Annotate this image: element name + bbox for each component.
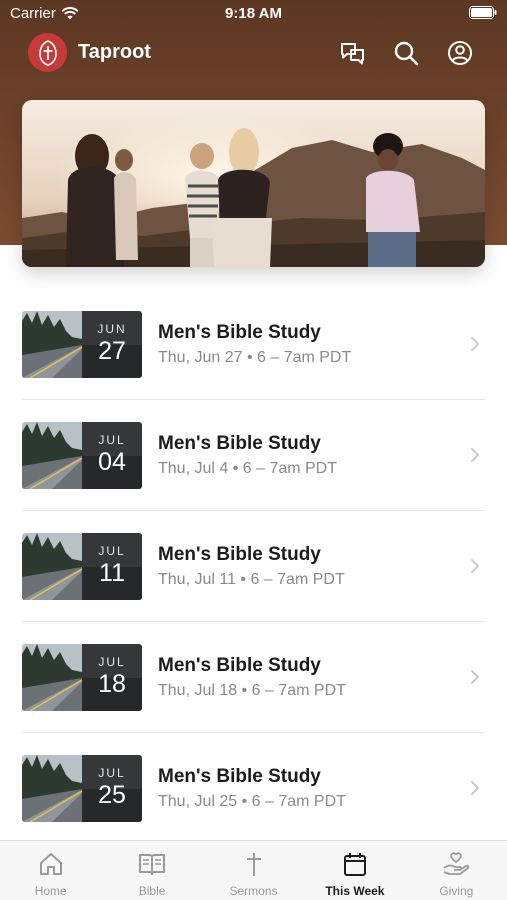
events-list: JUN 27 Men's Bible Study Thu, Jun 27 • 6… (22, 289, 485, 844)
messages-button[interactable] (338, 38, 368, 68)
tab-giving[interactable]: Giving (406, 841, 507, 900)
event-row[interactable]: JUL 18 Men's Bible Study Thu, Jul 18 • 6… (22, 622, 485, 733)
app-bar: Taproot (0, 30, 507, 76)
event-title: Men's Bible Study (158, 433, 321, 454)
church-logo-icon[interactable] (28, 33, 67, 72)
event-thumbnail: JUL 25 (22, 755, 142, 822)
event-title: Men's Bible Study (158, 766, 321, 787)
search-icon (394, 41, 419, 66)
event-time: Thu, Jun 27 • 6 – 7am PDT (158, 349, 352, 366)
event-time: Thu, Jul 4 • 6 – 7am PDT (158, 460, 338, 477)
tab-label-bible: Bible (138, 884, 166, 898)
event-date-badge: JUL 25 (82, 755, 142, 822)
event-title: Men's Bible Study (158, 655, 321, 676)
event-thumbnail: JUL 11 (22, 533, 142, 600)
tab-sermons[interactable]: Sermons (203, 841, 304, 900)
event-month: JUL (98, 655, 126, 669)
event-day: 25 (98, 781, 126, 809)
event-day: 11 (99, 559, 125, 587)
event-thumbnail: JUL 18 (22, 644, 142, 711)
event-month: JUL (98, 544, 126, 558)
status-time: 9:18 AM (225, 5, 282, 22)
event-time: Thu, Jul 11 • 6 – 7am PDT (158, 571, 345, 588)
event-date-badge: JUL 18 (82, 644, 142, 711)
tab-label-sermons: Sermons (229, 884, 278, 898)
event-date-badge: JUL 04 (82, 422, 142, 489)
chevron-right-icon (471, 670, 479, 684)
event-thumbnail: JUN 27 (22, 311, 142, 378)
cross-icon (246, 853, 261, 876)
event-thumbnail: JUL 04 (22, 422, 142, 489)
event-time: Thu, Jul 18 • 6 – 7am PDT (158, 682, 346, 699)
event-month: JUL (98, 766, 126, 780)
tab-this-week[interactable]: This Week (304, 841, 405, 900)
status-bar: Carrier 9:18 AM (0, 0, 507, 28)
tab-label-this-week: This Week (325, 884, 385, 898)
event-title: Men's Bible Study (158, 322, 321, 343)
event-day: 27 (98, 337, 126, 365)
event-date-badge: JUL 11 (82, 533, 142, 600)
user-circle-icon (448, 41, 472, 65)
calendar-icon (343, 853, 366, 876)
chevron-right-icon (471, 781, 479, 795)
event-date-badge: JUN 27 (82, 311, 142, 378)
event-title: Men's Bible Study (158, 544, 321, 565)
chat-bubbles-icon (341, 43, 364, 65)
event-row[interactable]: JUL 11 Men's Bible Study Thu, Jul 11 • 6… (22, 511, 485, 622)
app-title: Taproot (78, 41, 151, 63)
book-icon (139, 854, 166, 875)
tab-home[interactable]: Home (0, 841, 101, 900)
chevron-right-icon (471, 448, 479, 462)
home-icon (39, 853, 62, 875)
chevron-right-icon (471, 337, 479, 351)
giving-hand-icon (443, 852, 470, 875)
event-row[interactable]: JUL 04 Men's Bible Study Thu, Jul 4 • 6 … (22, 400, 485, 511)
tab-bar: Home Bible Sermons This Week Giving (0, 840, 507, 900)
battery-icon (469, 6, 497, 23)
event-day: 04 (98, 448, 126, 476)
tab-label-giving: Giving (439, 884, 474, 898)
profile-button[interactable] (445, 38, 475, 68)
chevron-right-icon (471, 559, 479, 573)
event-row[interactable]: JUN 27 Men's Bible Study Thu, Jun 27 • 6… (22, 289, 485, 400)
event-month: JUL (98, 433, 126, 447)
hero-image[interactable] (22, 100, 485, 267)
tab-bible[interactable]: Bible (101, 841, 202, 900)
event-row[interactable]: JUL 25 Men's Bible Study Thu, Jul 25 • 6… (22, 733, 485, 844)
search-button[interactable] (391, 38, 421, 68)
event-time: Thu, Jul 25 • 6 – 7am PDT (158, 793, 346, 810)
event-month: JUN (97, 322, 127, 336)
tab-label-home: Home (34, 884, 67, 898)
event-day: 18 (98, 670, 126, 698)
